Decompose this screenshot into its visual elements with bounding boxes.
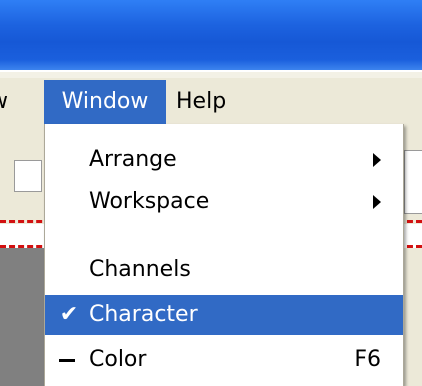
window-dropdown-menu: Arrange Workspace Channels ✔ Character C…	[44, 124, 404, 386]
toolbar-field-right[interactable]	[404, 150, 422, 214]
submenu-arrow-icon	[373, 153, 381, 167]
menu-help[interactable]: Help	[176, 80, 246, 124]
shortcut-label: F6	[354, 347, 381, 372]
right-panel-edge	[404, 248, 422, 386]
menu-item-arrange[interactable]: Arrange	[45, 140, 403, 180]
menu-item-character[interactable]: ✔ Character	[45, 295, 403, 335]
menu-item-arrange-label: Arrange	[89, 147, 177, 172]
menu-window-label: Window	[61, 89, 149, 114]
menu-item-workspace-label: Workspace	[89, 189, 210, 214]
toolbar-field[interactable]	[14, 160, 42, 192]
menu-window[interactable]: Window	[44, 80, 166, 124]
submenu-arrow-icon	[373, 195, 381, 209]
menu-item-channels[interactable]: Channels	[45, 250, 403, 290]
menu-item-character-label: Character	[89, 302, 198, 327]
title-bar	[0, 0, 422, 70]
menu-view-partial[interactable]: w	[0, 80, 40, 124]
menu-item-workspace[interactable]: Workspace	[45, 182, 403, 222]
checkmark-icon: ✔	[59, 302, 79, 327]
menu-view-partial-label: w	[0, 89, 8, 114]
dash-indicator-icon	[59, 359, 75, 362]
menu-item-color-label: Color	[89, 347, 147, 372]
menu-help-label: Help	[176, 89, 227, 114]
menu-item-color[interactable]: Color F6	[45, 340, 403, 380]
menu-item-channels-label: Channels	[89, 257, 191, 282]
